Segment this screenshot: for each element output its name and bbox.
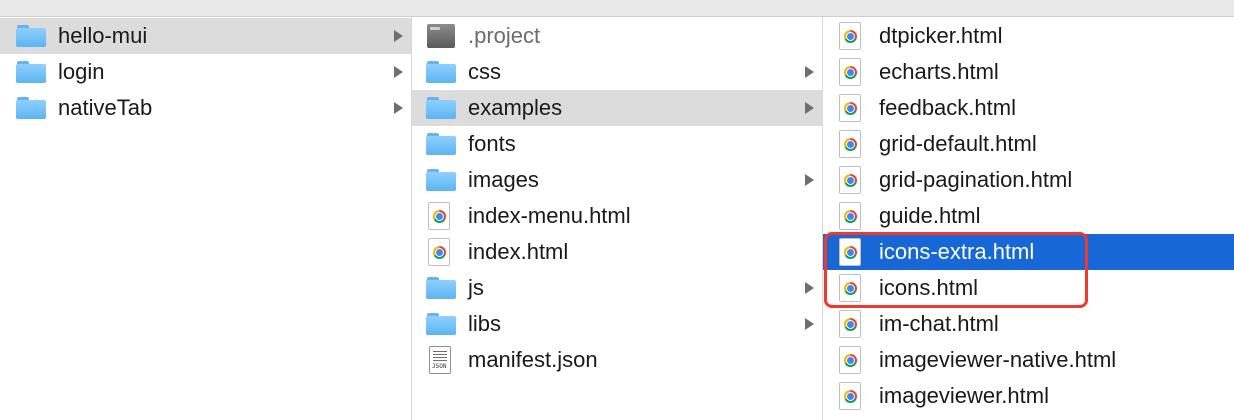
folder-icon (422, 126, 458, 162)
file-row-im-chat-html[interactable]: im-chat.html (823, 306, 1234, 342)
file-row-nativetab[interactable]: nativeTab (0, 90, 411, 126)
file-name: js (468, 275, 484, 300)
disclosure-arrow-icon (805, 66, 814, 78)
folder-icon (422, 162, 458, 198)
chrome-html-icon (833, 270, 869, 306)
file-name: examples (468, 95, 563, 120)
file-name: grid-pagination.html (879, 167, 1073, 192)
folder-icon (422, 54, 458, 90)
file-row-fonts[interactable]: fonts (412, 126, 822, 162)
file-name: .project (468, 23, 541, 48)
chrome-html-icon (833, 198, 869, 234)
file-name: manifest.json (468, 347, 598, 372)
file-row-index-menu-html[interactable]: index-menu.html (412, 198, 822, 234)
file-name: icons.html (879, 275, 979, 300)
folder-icon (12, 18, 48, 54)
file-name: login (58, 59, 105, 84)
file-row-examples[interactable]: examples (412, 90, 822, 126)
disclosure-arrow-icon (394, 30, 403, 42)
file-name: im-chat.html (879, 311, 999, 336)
folder-icon (422, 90, 458, 126)
chrome-html-icon (833, 162, 869, 198)
file-row-imageviewer-native-html[interactable]: imageviewer-native.html (823, 342, 1234, 378)
chrome-html-icon (833, 126, 869, 162)
file-row-guide-html[interactable]: guide.html (823, 198, 1234, 234)
project-file-icon (422, 18, 458, 54)
file-row-feedback-html[interactable]: feedback.html (823, 90, 1234, 126)
chrome-html-icon (833, 54, 869, 90)
file-name: libs (468, 311, 502, 336)
file-row-js[interactable]: js (412, 270, 822, 306)
file-name: index.html (468, 239, 569, 264)
file-name: nativeTab (58, 95, 153, 120)
file-row-index-html[interactable]: index.html (412, 234, 822, 270)
file-name: index-menu.html (468, 203, 631, 228)
disclosure-arrow-icon (805, 102, 814, 114)
file-name: imageviewer-native.html (879, 347, 1117, 372)
finder-column-1[interactable]: hello-mui login nativeTab (0, 17, 412, 420)
folder-icon (422, 306, 458, 342)
file-row-hello-mui[interactable]: hello-mui (0, 18, 411, 54)
file-name: echarts.html (879, 59, 999, 84)
file-name: guide.html (879, 203, 981, 228)
folder-icon (12, 90, 48, 126)
disclosure-arrow-icon (805, 174, 814, 186)
file-row-echarts-html[interactable]: echarts.html (823, 54, 1234, 90)
file-row-login[interactable]: login (0, 54, 411, 90)
disclosure-arrow-icon (394, 66, 403, 78)
file-row-libs[interactable]: libs (412, 306, 822, 342)
window-toolbar-strip (0, 0, 1234, 17)
disclosure-arrow-icon (805, 318, 814, 330)
file-name: css (468, 59, 501, 84)
file-row-dtpicker-html[interactable]: dtpicker.html (823, 18, 1234, 54)
finder-column-3[interactable]: dtpicker.html echarts.html feedback.html… (823, 17, 1234, 420)
file-row-manifest-json[interactable]: JSON manifest.json (412, 342, 822, 378)
disclosure-arrow-icon (394, 102, 403, 114)
disclosure-arrow-icon (805, 282, 814, 294)
file-row-css[interactable]: css (412, 54, 822, 90)
chrome-html-icon (833, 90, 869, 126)
file-row-imageviewer-html[interactable]: imageviewer.html (823, 378, 1234, 414)
file-name: fonts (468, 131, 516, 156)
file-name: icons-extra.html (879, 239, 1035, 264)
chrome-html-icon (833, 18, 869, 54)
file-row-images[interactable]: images (412, 162, 822, 198)
chrome-html-icon (422, 234, 458, 270)
json-file-icon: JSON (422, 342, 458, 378)
chrome-html-icon (833, 234, 869, 270)
chrome-html-icon (833, 378, 869, 414)
file-row-grid-pagination-html[interactable]: grid-pagination.html (823, 162, 1234, 198)
file-row-project[interactable]: .project (412, 18, 822, 54)
file-name: images (468, 167, 539, 192)
folder-icon (422, 270, 458, 306)
file-row-icons-html[interactable]: icons.html (823, 270, 1234, 306)
file-row-grid-default-html[interactable]: grid-default.html (823, 126, 1234, 162)
file-name: feedback.html (879, 95, 1016, 120)
file-name: imageviewer.html (879, 383, 1049, 408)
file-name: dtpicker.html (879, 23, 1003, 48)
chrome-html-icon (833, 342, 869, 378)
file-name: grid-default.html (879, 131, 1037, 156)
file-row-icons-extra-html[interactable]: icons-extra.html (823, 234, 1234, 270)
finder-column-2[interactable]: .project css examples fonts images index… (412, 17, 823, 420)
file-name: hello-mui (58, 23, 148, 48)
chrome-html-icon (833, 306, 869, 342)
chrome-html-icon (422, 198, 458, 234)
folder-icon (12, 54, 48, 90)
